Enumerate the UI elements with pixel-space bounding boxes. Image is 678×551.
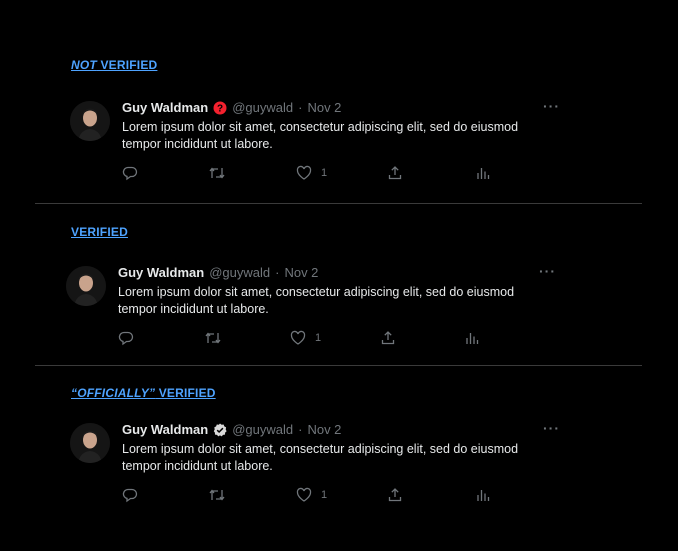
avatar[interactable] (70, 423, 110, 463)
like-count: 1 (321, 489, 328, 501)
share-button[interactable] (380, 330, 396, 346)
retweet-button[interactable] (208, 487, 226, 503)
reply-icon (122, 488, 138, 503)
share-button[interactable] (387, 487, 403, 503)
more-options-icon[interactable]: ··· (543, 420, 560, 436)
share-icon (388, 166, 402, 180)
avatar[interactable] (70, 101, 110, 141)
tweet-header: Guy Waldman @guywald · Nov 2 (122, 422, 341, 437)
author-name[interactable]: Guy Waldman (122, 422, 208, 437)
retweet-button[interactable] (204, 330, 222, 346)
analytics-icon (466, 333, 479, 344)
reply-icon (118, 331, 134, 346)
analytics-icon (477, 490, 490, 501)
author-name[interactable]: Guy Waldman (118, 265, 204, 280)
tweet-actions: 1 (118, 330, 488, 346)
section-label-text: VERIFIED (71, 225, 128, 239)
reply-icon (122, 166, 138, 181)
like-button[interactable]: 1 (296, 487, 327, 503)
section-label-officially-verified: “OFFICIALLY” VERIFIED (71, 386, 216, 400)
section-label-text: VERIFIED (96, 58, 158, 72)
author-handle[interactable]: @guywald (232, 422, 293, 437)
analytics-button[interactable] (475, 487, 491, 503)
author-handle[interactable]: @guywald (232, 100, 293, 115)
analytics-button[interactable] (475, 165, 491, 181)
author-name[interactable]: Guy Waldman (122, 100, 208, 115)
more-options-icon[interactable]: ··· (543, 98, 560, 114)
tweet-text: Lorem ipsum dolor sit amet, consectetur … (122, 120, 519, 151)
official-check-icon[interactable] (213, 423, 227, 437)
tweet-date[interactable]: Nov 2 (307, 100, 341, 115)
reply-button[interactable] (122, 487, 138, 503)
share-button[interactable] (387, 165, 403, 181)
section-label-emphasis: NOT (71, 58, 97, 72)
author-handle[interactable]: @guywald (209, 265, 270, 280)
share-icon (388, 488, 402, 502)
retweet-icon (205, 332, 221, 344)
avatar[interactable] (66, 266, 106, 306)
tweet-text: Lorem ipsum dolor sit amet, consectetur … (122, 442, 519, 473)
heart-icon (296, 165, 312, 180)
tweet-actions: 1 (122, 165, 492, 181)
tweet-text: Lorem ipsum dolor sit amet, consectetur … (118, 285, 515, 316)
analytics-button[interactable] (464, 330, 480, 346)
unverified-question-icon[interactable]: ? (213, 101, 227, 115)
like-count: 1 (315, 332, 322, 344)
separator-dot: · (298, 422, 303, 437)
svg-text:?: ? (217, 103, 223, 114)
heart-icon (290, 330, 306, 345)
like-button[interactable]: 1 (296, 165, 327, 181)
section-label-not-verified: NOT VERIFIED (71, 58, 157, 72)
tweet-header: Guy Waldman @guywald · Nov 2 (118, 265, 318, 280)
more-options-icon[interactable]: ··· (539, 263, 556, 279)
analytics-icon (477, 168, 490, 179)
like-button[interactable]: 1 (290, 330, 321, 346)
tweet-date[interactable]: Nov 2 (284, 265, 318, 280)
like-count: 1 (321, 167, 328, 179)
retweet-icon (209, 489, 225, 501)
retweet-icon (209, 167, 225, 179)
tweet-actions: 1 (122, 487, 492, 503)
section-label-emphasis: “OFFICIALLY” (71, 386, 156, 400)
heart-icon (296, 487, 312, 502)
section-label-verified: VERIFIED (71, 225, 128, 239)
tweet-date[interactable]: Nov 2 (307, 422, 341, 437)
separator-dot: · (275, 265, 280, 280)
share-icon (381, 331, 395, 345)
reply-button[interactable] (122, 165, 138, 181)
section-divider (35, 203, 642, 204)
section-label-text: VERIFIED (155, 386, 216, 400)
reply-button[interactable] (118, 330, 134, 346)
tweet-header: Guy Waldman ? @guywald · Nov 2 (122, 100, 341, 115)
retweet-button[interactable] (208, 165, 226, 181)
section-divider (35, 365, 642, 366)
separator-dot: · (298, 100, 303, 115)
